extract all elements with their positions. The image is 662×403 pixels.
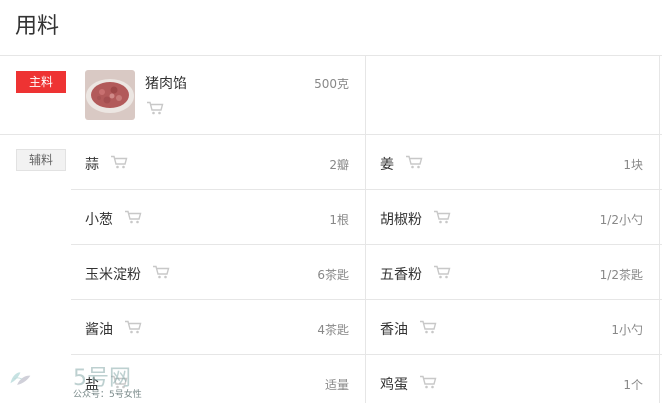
aux-ingredients-badge: 辅料 bbox=[16, 149, 66, 171]
cart-icon[interactable] bbox=[405, 155, 423, 169]
cart-icon[interactable] bbox=[419, 375, 437, 389]
ingredient-name[interactable]: 鸡蛋 bbox=[380, 374, 408, 394]
divider bbox=[71, 354, 662, 355]
ingredient-name[interactable]: 香油 bbox=[380, 319, 408, 339]
divider bbox=[0, 55, 662, 56]
ingredient-quantity: 4茶匙 bbox=[317, 323, 349, 337]
cart-icon[interactable] bbox=[110, 155, 128, 169]
divider bbox=[71, 189, 662, 190]
cart-icon[interactable] bbox=[124, 210, 142, 224]
ingredient-quantity: 1/2小勺 bbox=[599, 213, 643, 227]
main-ingredients-badge: 主料 bbox=[16, 71, 66, 93]
ingredient-quantity: 1小勺 bbox=[611, 323, 643, 337]
cart-icon[interactable] bbox=[146, 101, 164, 115]
page-title: 用料 bbox=[15, 14, 60, 39]
divider bbox=[71, 244, 662, 245]
ingredient-quantity: 适量 bbox=[324, 378, 349, 392]
ingredient-thumbnail[interactable] bbox=[85, 70, 135, 120]
ingredient-quantity: 500克 bbox=[314, 77, 349, 91]
cart-icon[interactable] bbox=[419, 320, 437, 334]
ingredient-quantity: 1/2茶匙 bbox=[599, 268, 643, 282]
cart-icon[interactable] bbox=[124, 320, 142, 334]
ingredient-name[interactable]: 酱油 bbox=[85, 319, 113, 339]
watermark-logo bbox=[10, 372, 31, 385]
cart-icon[interactable] bbox=[152, 265, 170, 279]
ingredient-quantity: 1块 bbox=[623, 158, 643, 172]
ingredient-quantity: 1个 bbox=[623, 378, 643, 392]
ingredient-name[interactable]: 蒜 bbox=[85, 154, 99, 174]
cart-icon[interactable] bbox=[433, 265, 451, 279]
watermark-subtitle: 公众号：5号女性 bbox=[73, 390, 142, 400]
ingredient-name[interactable]: 姜 bbox=[380, 154, 394, 174]
ingredient-quantity: 6茶匙 bbox=[317, 268, 349, 282]
ingredient-quantity: 1根 bbox=[329, 213, 349, 227]
cart-icon[interactable] bbox=[433, 210, 451, 224]
ingredient-quantity: 2瓣 bbox=[329, 158, 349, 172]
divider bbox=[0, 134, 662, 135]
ingredient-name[interactable]: 猪肉馅 bbox=[145, 73, 187, 93]
divider bbox=[365, 56, 366, 403]
ingredient-name[interactable]: 小葱 bbox=[85, 209, 113, 229]
ingredient-name[interactable]: 胡椒粉 bbox=[380, 209, 422, 229]
ingredient-name[interactable]: 玉米淀粉 bbox=[85, 264, 141, 284]
divider bbox=[71, 299, 662, 300]
divider bbox=[659, 56, 660, 403]
ingredient-name[interactable]: 五香粉 bbox=[380, 264, 422, 284]
